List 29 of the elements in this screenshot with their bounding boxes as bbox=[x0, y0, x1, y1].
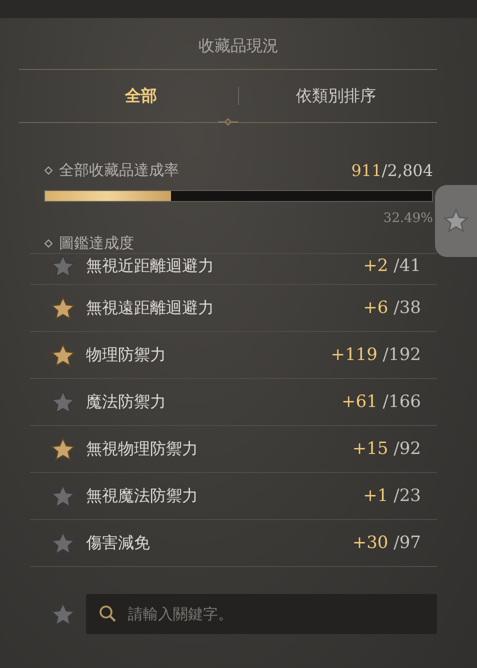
stat-name: 無視物理防禦力 bbox=[86, 438, 199, 460]
stat-value: +1 /23 bbox=[363, 486, 421, 506]
tab[interactable]: 依類別排序 bbox=[239, 84, 433, 108]
stat-name: 魔法防禦力 bbox=[86, 392, 167, 412]
stat-value: +61 /166 bbox=[342, 392, 421, 412]
stat-value: +119 /192 bbox=[330, 345, 421, 365]
favorites-tab[interactable] bbox=[435, 185, 477, 257]
stat-name: 無視遠距離迴避力 bbox=[86, 298, 215, 318]
stat-value: +15 /92 bbox=[352, 439, 421, 459]
stat-value: +2 /41 bbox=[363, 256, 421, 276]
stat-name: 無視魔法防禦力 bbox=[86, 486, 199, 506]
search-field[interactable]: 請輸入關鍵字。 bbox=[86, 594, 437, 634]
star-icon bbox=[443, 208, 469, 234]
section-label: 圖鑑達成度 bbox=[59, 234, 135, 253]
stat-value: +6 /38 bbox=[363, 298, 421, 318]
diamond-icon bbox=[44, 166, 53, 175]
search-icon bbox=[98, 604, 118, 624]
panel-title: 收藏品現況 bbox=[198, 35, 280, 57]
tab[interactable]: 全部 bbox=[44, 84, 238, 108]
percent-text: 32.49% bbox=[382, 211, 433, 226]
stat-name: 無視近距離迴避力 bbox=[86, 256, 215, 276]
section-label: 全部收藏品達成率 bbox=[59, 161, 180, 180]
stat-value: +30 /97 bbox=[352, 533, 421, 553]
collection-count: 911/2,804 bbox=[351, 161, 433, 180]
stat-name: 物理防禦力 bbox=[86, 344, 167, 366]
stat-name: 傷害減免 bbox=[86, 532, 151, 554]
diamond-icon bbox=[44, 239, 53, 248]
ornament-icon bbox=[216, 118, 240, 126]
star-icon bbox=[50, 602, 76, 626]
